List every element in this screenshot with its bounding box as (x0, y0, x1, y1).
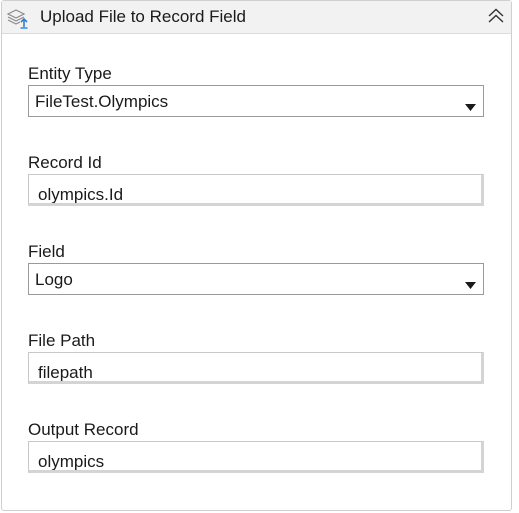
record-id-label: Record Id (28, 153, 102, 172)
double-chevron-up-icon[interactable] (486, 6, 506, 26)
dropdown-arrow-icon (465, 98, 476, 111)
field-label: Field (28, 242, 65, 261)
entity-type-dropdown[interactable]: FileTest.Olympics (28, 85, 484, 117)
file-path-input[interactable]: filepath (28, 352, 484, 384)
entity-type-label: Entity Type (28, 64, 112, 83)
output-record-input[interactable]: olympics (28, 441, 484, 473)
dropdown-arrow-icon (465, 276, 476, 289)
entity-type-value: FileTest.Olympics (35, 92, 169, 111)
file-path-value: filepath (38, 363, 93, 382)
activity-header[interactable]: Upload File to Record Field (2, 1, 511, 34)
record-id-input[interactable]: olympics.Id (28, 174, 484, 206)
file-path-label: File Path (28, 331, 96, 350)
activity-title: Upload File to Record Field (40, 7, 246, 26)
output-record-value: olympics (38, 452, 105, 471)
output-record-label: Output Record (28, 420, 139, 439)
field-value: Logo (35, 270, 73, 289)
record-id-value: olympics.Id (38, 185, 124, 204)
field-dropdown[interactable]: Logo (28, 263, 484, 295)
upload-record-icon (5, 7, 29, 29)
activity-card: Upload File to Record Field Entity Type … (1, 0, 512, 511)
